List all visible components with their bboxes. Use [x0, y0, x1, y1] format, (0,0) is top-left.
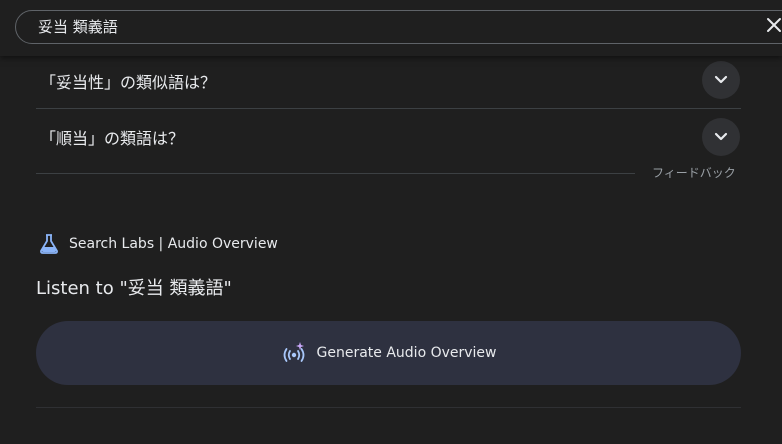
divider: [36, 173, 635, 174]
search-header: 妥当 類義語: [0, 0, 782, 56]
faq-item[interactable]: 「順当」の類語は？: [36, 109, 741, 165]
chevron-down-icon: [714, 75, 728, 84]
expand-button[interactable]: [702, 61, 740, 99]
audio-overview-heading: Listen to "妥当 類義語": [36, 278, 232, 299]
search-box[interactable]: 妥当 類義語: [15, 10, 782, 44]
labs-section-title: Search Labs | Audio Overview: [69, 236, 278, 252]
generate-button-label: Generate Audio Overview: [316, 345, 497, 361]
labs-flask-icon: [38, 233, 60, 255]
search-input[interactable]: 妥当 類義語: [38, 16, 118, 38]
generate-audio-overview-button[interactable]: Generate Audio Overview: [36, 321, 741, 385]
chevron-down-icon: [714, 132, 728, 141]
expand-button[interactable]: [702, 118, 740, 156]
close-icon[interactable]: [764, 15, 782, 39]
faq-question: 「順当」の類語は？: [40, 129, 185, 148]
divider: [36, 407, 741, 408]
faq-item[interactable]: 「妥当性」の類似語は？: [36, 52, 741, 109]
feedback-link[interactable]: フィードバック: [652, 164, 736, 181]
faq-question: 「妥当性」の類似語は？: [40, 73, 217, 92]
audio-spark-icon: [281, 340, 307, 366]
